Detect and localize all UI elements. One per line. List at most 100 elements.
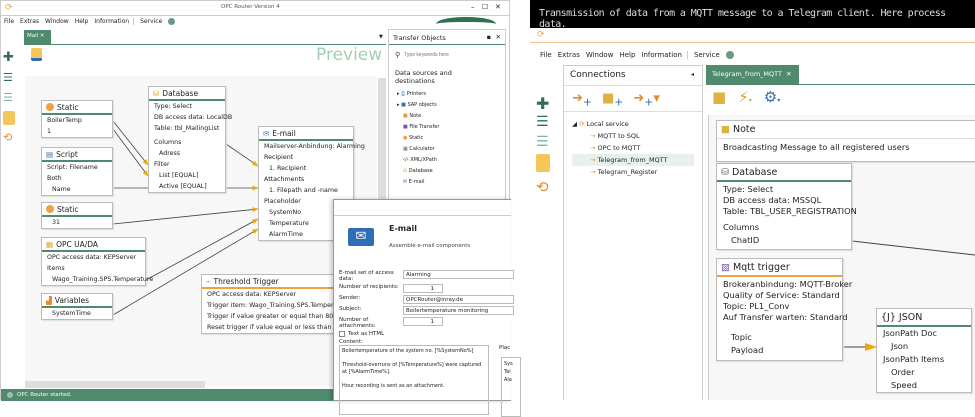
node-row: OPC access data: KEPServer <box>207 291 297 298</box>
checkbox-label: Text as HTML <box>348 331 385 337</box>
field-label: E-mail set of access data: <box>339 270 394 282</box>
item-label: Static <box>408 135 424 141</box>
database-icon: ⛁ <box>403 168 408 174</box>
email-dialog-icon: ✉ <box>348 228 374 246</box>
access-data-field[interactable]: Alarming <box>403 270 514 279</box>
recipients-stepper[interactable]: 1 <box>403 284 443 293</box>
node-title: Script <box>56 149 78 159</box>
node-row: Speed <box>891 380 918 390</box>
node-variables[interactable]: ▟ Variables SystemTime <box>41 293 113 320</box>
node-row: Items <box>47 265 65 272</box>
content-textarea[interactable]: Boilertemperature of the system no. [%Sy… <box>339 345 489 415</box>
list-item[interactable]: ‹/› XML/XPath <box>397 155 505 166</box>
node-opc-ua-da[interactable]: ▦ OPC UA/DA OPC access data: KEPServer It… <box>41 237 154 286</box>
close-panel-icon[interactable]: ✕ <box>496 33 501 41</box>
list-item[interactable]: ● Static <box>397 133 505 144</box>
email-icon: ✉ <box>263 128 270 138</box>
search-input[interactable] <box>404 51 485 59</box>
field-label: Sender: <box>339 295 361 301</box>
item-label: Printers <box>406 91 426 97</box>
placeholder-item[interactable]: Tei <box>504 368 518 376</box>
node-static-boilertemp[interactable]: Static BoilerTemp 1 <box>41 100 113 138</box>
panel-title: Transfer Objects <box>393 34 446 42</box>
static-icon: ● <box>403 135 408 141</box>
static-icon <box>46 103 54 111</box>
node-row: Name <box>52 186 71 193</box>
node-row: Payload <box>731 345 764 355</box>
sender-field[interactable]: OPCRouter@inray.de <box>403 295 514 304</box>
node-row: Order <box>891 367 915 377</box>
node-row: Attachments <box>264 176 305 183</box>
node-threshold-trigger[interactable]: ⌁ Threshold Trigger OPC access data: KEPS… <box>201 274 350 334</box>
link-chatid <box>851 240 975 256</box>
node-script[interactable]: ▤ Script Script: Filename Both Name <box>41 147 113 196</box>
node-row: BoilerTemp <box>47 117 82 124</box>
node-row: Auf Transfer warten: Standard <box>723 312 848 322</box>
node-title: Threshold Trigger <box>213 276 279 286</box>
node-row: Columns <box>154 139 182 146</box>
left-screenshot: ⟳ OPC Router Version 4 – ☐ ✕ File Extras… <box>0 0 521 417</box>
node-title: Note <box>732 124 756 135</box>
node-json[interactable]: {J} JSON JsonPath Doc Json JsonPath Items… <box>876 308 972 393</box>
placeholder-item[interactable]: Sys <box>504 360 518 368</box>
list-item[interactable]: ✉ E-mail <box>397 177 505 188</box>
json-icon: {J} <box>881 311 896 323</box>
mqtt-icon: ▧ <box>721 261 730 273</box>
node-title: OPC UA/DA <box>56 239 99 249</box>
node-static-31[interactable]: Static 31 <box>41 202 113 229</box>
field-label: Subject: <box>339 306 362 312</box>
node-row: Topic: PL1_Conv <box>723 301 790 311</box>
content-line: Boilertemperature of the system no. [%Sy… <box>342 348 474 354</box>
node-row: 1 <box>47 128 52 135</box>
node-row: Recipient <box>264 154 294 161</box>
node-row: OPC access data: KEPServer <box>47 254 137 261</box>
node-note[interactable]: ■ Note Broadcasting Message to all regist… <box>716 120 975 162</box>
node-row: Columns <box>723 222 760 232</box>
section-heading[interactable]: Data sources and destinations <box>389 65 479 89</box>
subject-field[interactable]: Boilertemperature monitoring <box>403 306 514 315</box>
node-row: Both <box>47 175 62 182</box>
placeholder-list[interactable]: Sys Tei Ala <box>501 357 521 417</box>
list-item[interactable]: ▸ ■ SAP objects <box>397 100 505 111</box>
node-database[interactable]: ⛁ Database Type: Select DB access data: M… <box>716 163 857 250</box>
node-row: Quality of Service: Standard <box>723 290 840 300</box>
script-icon: ▤ <box>46 149 54 159</box>
email-dialog: ✉ E-mail Assemble e-mail components E-ma… <box>333 199 521 417</box>
list-item[interactable]: ▦ Calculator <box>397 144 505 155</box>
node-row: List [EQUAL] <box>159 172 199 179</box>
link-31-systemno <box>112 207 259 225</box>
email-icon: ✉ <box>403 179 408 185</box>
list-item[interactable]: ⛁ Database <box>397 166 505 177</box>
node-row: Reset trigger if value equal or less tha… <box>207 324 342 331</box>
item-label: File Transfer <box>409 124 440 130</box>
node-row: DB access data: LocalDB <box>154 114 233 121</box>
node-title: Mqtt trigger <box>732 261 790 273</box>
status-bar: OPC Router started. <box>1 389 333 401</box>
attachments-stepper[interactable]: 1 <box>403 317 443 326</box>
note-icon: ■ <box>403 113 408 119</box>
static-icon <box>46 205 54 213</box>
list-item[interactable]: ■ Note <box>397 111 505 122</box>
node-mqtt-trigger[interactable]: ▧ Mqtt trigger Brokeranbindung: MQTT-Brok… <box>716 258 852 361</box>
node-row: Type: Select <box>723 184 774 194</box>
node-row: Active [EQUAL] <box>159 183 207 190</box>
link-1-active <box>112 128 149 177</box>
database-icon: ⛁ <box>153 88 160 98</box>
right-screenshot: Transmission of data from a MQTT message… <box>530 0 975 400</box>
pin-icon[interactable]: ▪ <box>487 33 491 41</box>
node-database[interactable]: ⛁ Database Type: Select DB access data: L… <box>148 86 233 193</box>
dialog-title: E-mail <box>389 224 418 233</box>
node-row: Wago_Training.SPS.Temperature <box>52 276 154 283</box>
list-item[interactable]: ■ File Transfer <box>397 122 505 133</box>
content-line: Hour recording is sent as an attachment. <box>342 383 445 389</box>
list-item[interactable]: ▸ ⎙ Printers <box>397 89 505 100</box>
item-label: Calculator <box>409 146 435 152</box>
node-title: Static <box>57 102 79 112</box>
node-row: Adress <box>159 150 181 157</box>
placeholder-item[interactable]: Ala <box>504 376 518 384</box>
node-row: DB access data: MSSQL <box>723 195 822 205</box>
node-row: Json <box>891 341 909 351</box>
html-checkbox[interactable] <box>339 331 345 337</box>
calculator-icon: ▦ <box>403 146 408 152</box>
node-row: Type: Select <box>154 103 193 110</box>
